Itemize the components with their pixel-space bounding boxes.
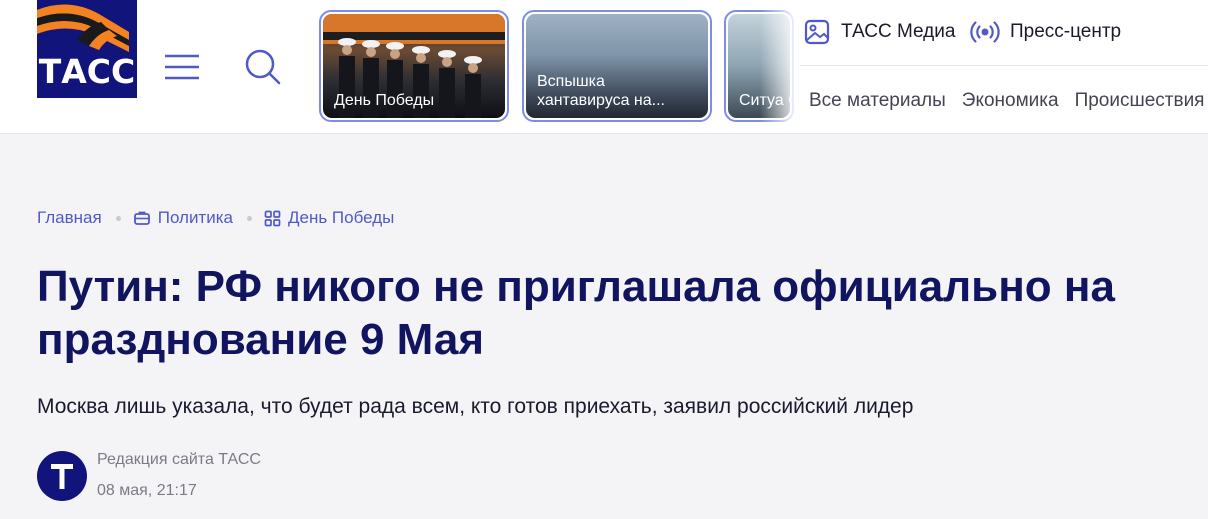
breadcrumb-politics-label: Политика (157, 208, 233, 227)
section-nav: Все материалы Экономика Происшествия (809, 90, 1208, 112)
story-label: День Победы (334, 92, 435, 109)
author-name[interactable]: Редакция сайта ТАСС (97, 451, 261, 469)
breadcrumb-separator (246, 215, 252, 221)
search-icon (245, 49, 281, 85)
breadcrumb-victory-day-label: День Победы (287, 208, 395, 227)
image-icon (804, 19, 830, 45)
t-avatar-icon (51, 464, 73, 489)
article-title: Путин: РФ никого не приглашала официальн… (37, 262, 1115, 364)
story-card-hantavirus[interactable]: Вспышка хантавируса на... (522, 10, 712, 122)
press-center-link[interactable]: Пресс-центр (970, 17, 1121, 47)
press-center-label: Пресс-центр (1010, 21, 1122, 42)
author-avatar[interactable] (37, 451, 87, 501)
article-lead: Москва лишь указала, что будет рада всем… (37, 395, 914, 418)
briefcase-icon (133, 211, 150, 225)
hamburger-icon (165, 54, 199, 80)
breadcrumb-victory-day[interactable]: День Победы (264, 208, 394, 228)
st-george-ribbon-icon (37, 4, 129, 52)
nav-economy[interactable]: Экономика (962, 90, 1059, 111)
publish-date: 08 мая, 21:17 (97, 482, 197, 499)
tass-logo[interactable]: ТАСС (37, 0, 137, 98)
menu-button[interactable] (163, 48, 201, 86)
breadcrumb-separator (115, 215, 121, 221)
breadcrumb-politics[interactable]: Политика (133, 208, 233, 228)
header-divider (800, 65, 1208, 66)
story-image: День Победы (323, 14, 505, 118)
search-button[interactable] (242, 46, 282, 86)
grid-icon (264, 210, 281, 226)
nav-incidents[interactable]: Происшествия (1075, 90, 1205, 111)
breadcrumb: Главная Политика День Победы (37, 208, 394, 228)
tass-media-label: ТАСС Медиа (841, 21, 956, 42)
story-image: Вспышка хантавируса на... (526, 14, 708, 118)
breadcrumb-home[interactable]: Главная (37, 208, 102, 228)
story-card-victory-day[interactable]: День Победы (319, 10, 509, 122)
nav-all-materials[interactable]: Все материалы (809, 90, 946, 111)
site-header: ТАСС День Победы Вспышка хантавируса на.… (0, 0, 1208, 134)
stories-fade (760, 0, 800, 130)
broadcast-icon (970, 21, 1000, 43)
tass-media-link[interactable]: ТАСС Медиа (803, 17, 955, 47)
logo-text: ТАСС (38, 52, 136, 91)
story-label: Вспышка хантавируса на... (537, 73, 665, 109)
